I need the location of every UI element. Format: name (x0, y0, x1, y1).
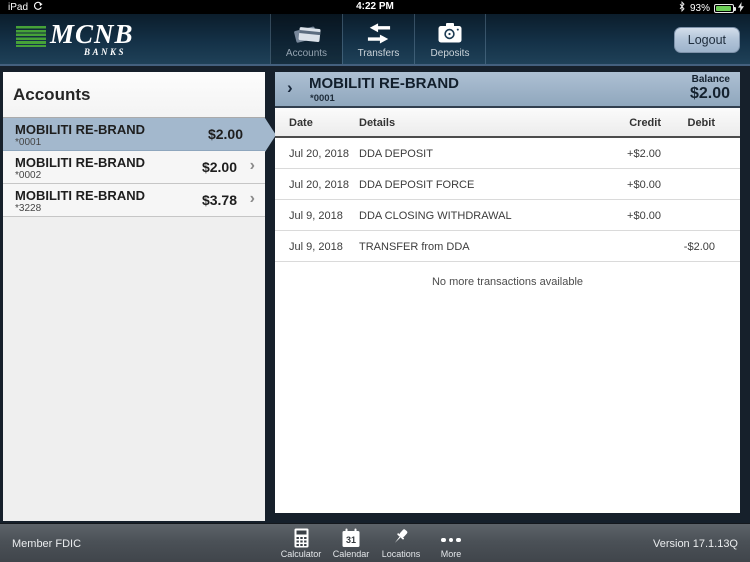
camera-icon (437, 20, 463, 46)
account-balance: $2.00 (207, 126, 243, 142)
main-nav-tabs: Accounts Transfers Deposits (270, 14, 486, 64)
transaction-row[interactable]: Jul 20, 2018 DDA DEPOSIT +$2.00 (275, 138, 740, 169)
charging-bolt-icon (738, 1, 744, 15)
account-balance: $3.78 (201, 192, 237, 208)
transaction-row[interactable]: Jul 20, 2018 DDA DEPOSIT FORCE +$0.00 (275, 169, 740, 200)
sidebar-title: Accounts (13, 85, 91, 104)
column-header-date: Date (289, 117, 313, 129)
txn-date: Jul 9, 2018 (289, 210, 343, 222)
txn-date: Jul 20, 2018 (289, 179, 349, 191)
locations-label: Locations (381, 549, 421, 559)
account-row-3228[interactable]: MOBILITI RE-BRAND *3228 $3.78 › (3, 184, 265, 217)
chevron-right-icon: › (249, 190, 255, 207)
card-icon (292, 20, 322, 46)
selected-account-name: MOBILITI RE-BRAND (309, 75, 459, 92)
account-balance: $2.00 (201, 159, 237, 175)
mcnb-logo: MCNB BANKS (16, 21, 134, 57)
bluetooth-icon (678, 1, 686, 15)
chevron-right-icon: › (249, 157, 255, 174)
app-header: MCNB BANKS Accounts Transfers Deposits L… (0, 14, 750, 66)
column-header-details: Details (359, 117, 396, 129)
txn-credit: +$0.00 (627, 179, 661, 191)
battery-icon (714, 3, 736, 13)
balance-label: Balance (691, 74, 730, 85)
txn-date: Jul 9, 2018 (289, 241, 343, 253)
ios-status-bar: iPad 4:22 PM 93% (0, 0, 750, 14)
txn-details: DDA CLOSING WITHDRAWAL (359, 210, 512, 222)
account-number: *3228 (15, 203, 42, 214)
txn-credit: +$2.00 (627, 148, 661, 160)
txn-details: TRANSFER from DDA (359, 241, 470, 253)
calculator-icon (276, 527, 326, 548)
balance-block: Balance $2.00 (690, 74, 730, 103)
calendar-label: Calendar (332, 549, 370, 559)
tab-transfers-label: Transfers (357, 48, 400, 59)
tab-accounts-label: Accounts (285, 48, 328, 59)
pushpin-icon (376, 527, 426, 548)
txn-credit: +$0.00 (627, 210, 661, 222)
accounts-sidebar: Accounts MOBILITI RE-BRAND *0001 $2.00 M… (3, 72, 276, 521)
disclosure-chevron-icon: › (287, 78, 293, 97)
transaction-row[interactable]: Jul 9, 2018 DDA CLOSING WITHDRAWAL +$0.0… (275, 200, 740, 231)
transaction-row[interactable]: Jul 9, 2018 TRANSFER from DDA -$2.00 (275, 231, 740, 262)
account-name: MOBILITI RE-BRAND (15, 122, 145, 137)
selected-account-number: *0001 (310, 93, 335, 104)
txn-details: DDA DEPOSIT FORCE (359, 179, 475, 191)
logo-name: MCNB (50, 19, 134, 49)
transfer-arrows-icon (367, 20, 391, 46)
account-row-0001[interactable]: MOBILITI RE-BRAND *0001 $2.00 (3, 118, 276, 152)
footer-tools: Calculator 31 Calendar Locations More (276, 527, 476, 559)
column-header-credit: Credit (629, 117, 661, 129)
logout-button[interactable]: Logout (673, 27, 740, 53)
tab-accounts[interactable]: Accounts (270, 14, 342, 64)
footer-toolbar: Member FDIC Calculator 31 Calendar Locat… (0, 523, 750, 562)
app-version-label: Version 17.1.13Q (652, 538, 738, 550)
account-name: MOBILITI RE-BRAND (15, 155, 145, 170)
svg-text:31: 31 (346, 535, 356, 545)
column-header-debit: Debit (687, 117, 716, 129)
more-label: More (440, 549, 462, 559)
account-number: *0002 (15, 170, 42, 181)
transactions-table-header: Date Details Credit Debit (275, 108, 740, 138)
ellipsis-icon (426, 527, 476, 548)
txn-date: Jul 20, 2018 (289, 148, 349, 160)
sidebar-header: Accounts (3, 72, 265, 118)
clock: 4:22 PM (356, 1, 394, 12)
calendar-icon: 31 (326, 527, 376, 548)
account-number: *0001 (15, 137, 42, 148)
account-row-0002[interactable]: MOBILITI RE-BRAND *0002 $2.00 › (3, 151, 265, 184)
battery-percent: 93% (689, 2, 710, 14)
selected-account-header[interactable]: › MOBILITI RE-BRAND *0001 Balance $2.00 (275, 72, 740, 108)
calculator-label: Calculator (280, 549, 322, 559)
banking-app-window: iPad 4:22 PM 93% MCNB BANKS Accounts Tra… (0, 0, 750, 562)
tab-deposits-label: Deposits (430, 48, 470, 59)
transactions-panel: › MOBILITI RE-BRAND *0001 Balance $2.00 … (275, 72, 740, 513)
logo-bars-icon (16, 26, 46, 47)
txn-details: DDA DEPOSIT (359, 148, 433, 160)
tab-transfers[interactable]: Transfers (342, 14, 414, 64)
tab-deposits[interactable]: Deposits (414, 14, 486, 64)
account-name: MOBILITI RE-BRAND (15, 188, 145, 203)
calendar-button[interactable]: 31 Calendar (326, 527, 376, 559)
no-more-transactions-message: No more transactions available (431, 276, 584, 288)
txn-debit: -$2.00 (683, 241, 715, 253)
calculator-button[interactable]: Calculator (276, 527, 326, 559)
locations-button[interactable]: Locations (376, 527, 426, 559)
more-button[interactable]: More (426, 527, 476, 559)
member-fdic-label: Member FDIC (12, 538, 82, 550)
balance-value: $2.00 (689, 85, 730, 102)
